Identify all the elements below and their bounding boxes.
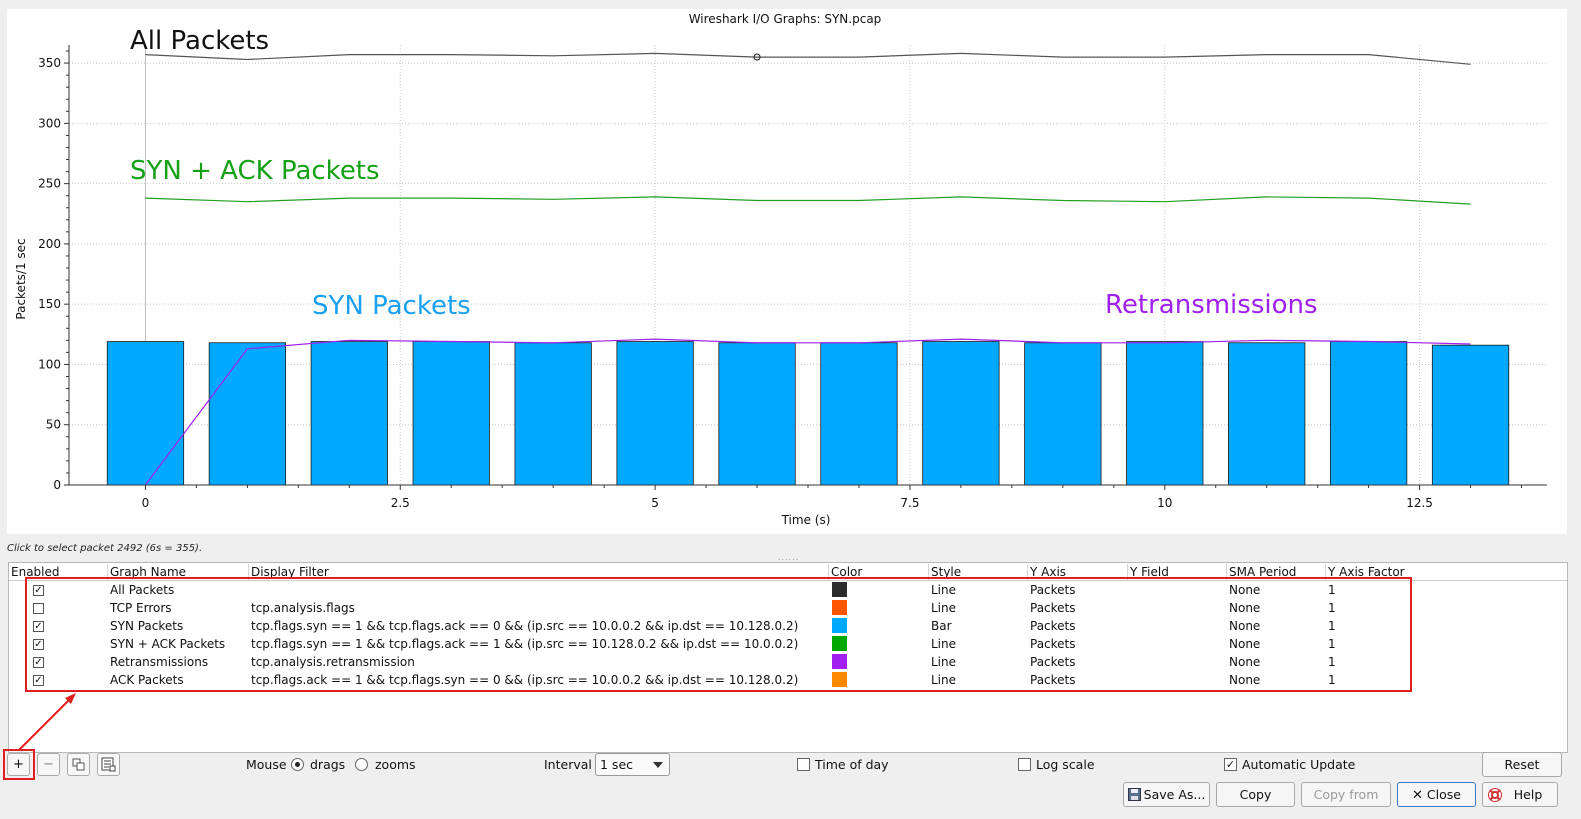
- interval-select[interactable]: 1 sec: [595, 753, 670, 776]
- annotation-syn-packets: SYN Packets: [312, 291, 471, 321]
- x-tick-label: 2.5: [391, 496, 410, 510]
- chart-title: Wireshark I/O Graphs: SYN.pcap: [689, 12, 882, 26]
- syn-packets-bar: [1024, 342, 1102, 486]
- x-tick-label: 0: [142, 496, 150, 510]
- log-scale-checkbox[interactable]: [1018, 758, 1031, 771]
- y-tick-label: 200: [38, 237, 61, 251]
- copy-button[interactable]: Copy: [1216, 782, 1295, 807]
- syn-packets-bar: [820, 342, 898, 486]
- y-tick-label: 150: [38, 297, 61, 311]
- automatic-update-checkbox[interactable]: ✓: [1224, 758, 1237, 771]
- y-tick-label: 100: [38, 357, 61, 371]
- syn-packets-bar: [208, 342, 287, 486]
- clear-graphs-icon: [101, 757, 116, 772]
- mouse-zooms-label[interactable]: zooms: [375, 757, 416, 773]
- annotation-arrow: [18, 693, 76, 751]
- syn-packets-bar: [1431, 344, 1510, 486]
- series-line-all-packets: [145, 52, 1471, 65]
- x-tick-label: 5: [651, 496, 659, 510]
- annotation-all-packets: All Packets: [130, 26, 269, 56]
- copy-graph-icon: [72, 758, 85, 771]
- io-graph-plot[interactable]: 0 50 100 150 200 250 300 350 0 2.5 5 7.5 10 12.5 Wire…: [7, 9, 1567, 534]
- annotation-syn-ack-packets: SYN + ACK Packets: [130, 156, 380, 186]
- y-tick-label: 350: [38, 56, 61, 70]
- mouse-drags-radio[interactable]: [291, 758, 304, 771]
- close-label: Close: [1426, 787, 1461, 802]
- interval-value: 1 sec: [600, 757, 634, 772]
- y-tick-label: 300: [38, 116, 61, 130]
- add-graph-button[interactable]: +: [7, 753, 30, 776]
- save-icon: [1128, 788, 1141, 801]
- io-graph-chart[interactable]: 0 50 100 150 200 250 300 350 0 2.5 5 7.5 10 12.5 Wire…: [7, 9, 1567, 534]
- copy-from-button[interactable]: Copy from: [1301, 782, 1391, 807]
- status-text: Click to select packet 2492 (6s = 355).: [7, 543, 203, 554]
- interval-label: Interval: [544, 757, 592, 772]
- mouse-drags-label[interactable]: drags: [310, 757, 345, 773]
- y-tick-label: 0: [53, 478, 61, 492]
- syn-packets-bar: [310, 341, 388, 486]
- y-tick-label: 250: [38, 177, 61, 191]
- annotation-retransmissions: Retransmissions: [1105, 290, 1318, 320]
- syn-packets-bar: [1228, 342, 1306, 486]
- x-axis-label: Time (s): [781, 513, 831, 527]
- y-axis-label: Packets/1 sec: [14, 238, 28, 319]
- x-tick-label: 12.5: [1406, 496, 1433, 510]
- mouse-zooms-radio[interactable]: [355, 758, 368, 771]
- syn-packets-bar: [1126, 341, 1204, 486]
- splitter-handle[interactable]: ......: [778, 553, 799, 562]
- x-tick-label: 7.5: [900, 496, 919, 510]
- syn-packets-bar: [106, 341, 185, 486]
- reset-button[interactable]: Reset: [1482, 752, 1562, 777]
- x-tick-label: 10: [1157, 496, 1172, 510]
- close-button[interactable]: ✕ Close: [1397, 782, 1476, 807]
- series-line-syn-ack-packets: [145, 196, 1471, 205]
- copy-graph-button[interactable]: [67, 753, 90, 776]
- time-of-day-label[interactable]: Time of day: [815, 757, 889, 773]
- y-tick-label: 50: [46, 418, 61, 432]
- automatic-update-label[interactable]: Automatic Update: [1242, 757, 1355, 773]
- time-of-day-checkbox[interactable]: [797, 758, 810, 771]
- syn-packets-bar: [718, 342, 796, 486]
- help-icon: [1488, 788, 1502, 802]
- remove-graph-button[interactable]: −: [37, 753, 60, 776]
- syn-packets-bar: [616, 341, 694, 486]
- graph-rows-highlight: [25, 577, 1412, 692]
- log-scale-label[interactable]: Log scale: [1036, 757, 1095, 773]
- close-icon: ✕: [1412, 788, 1423, 803]
- syn-packets-bar: [412, 341, 490, 486]
- help-button[interactable]: Help: [1482, 782, 1558, 807]
- mouse-label: Mouse: [246, 757, 287, 772]
- syn-packets-bar: [1329, 341, 1408, 486]
- syn-packets-bar: [922, 341, 1000, 486]
- syn-packets-bar: [514, 342, 592, 486]
- clear-graphs-button[interactable]: [97, 753, 120, 776]
- help-label: Help: [1513, 787, 1543, 802]
- chevron-down-icon: [653, 762, 663, 768]
- save-as-button[interactable]: Save As...: [1123, 782, 1210, 807]
